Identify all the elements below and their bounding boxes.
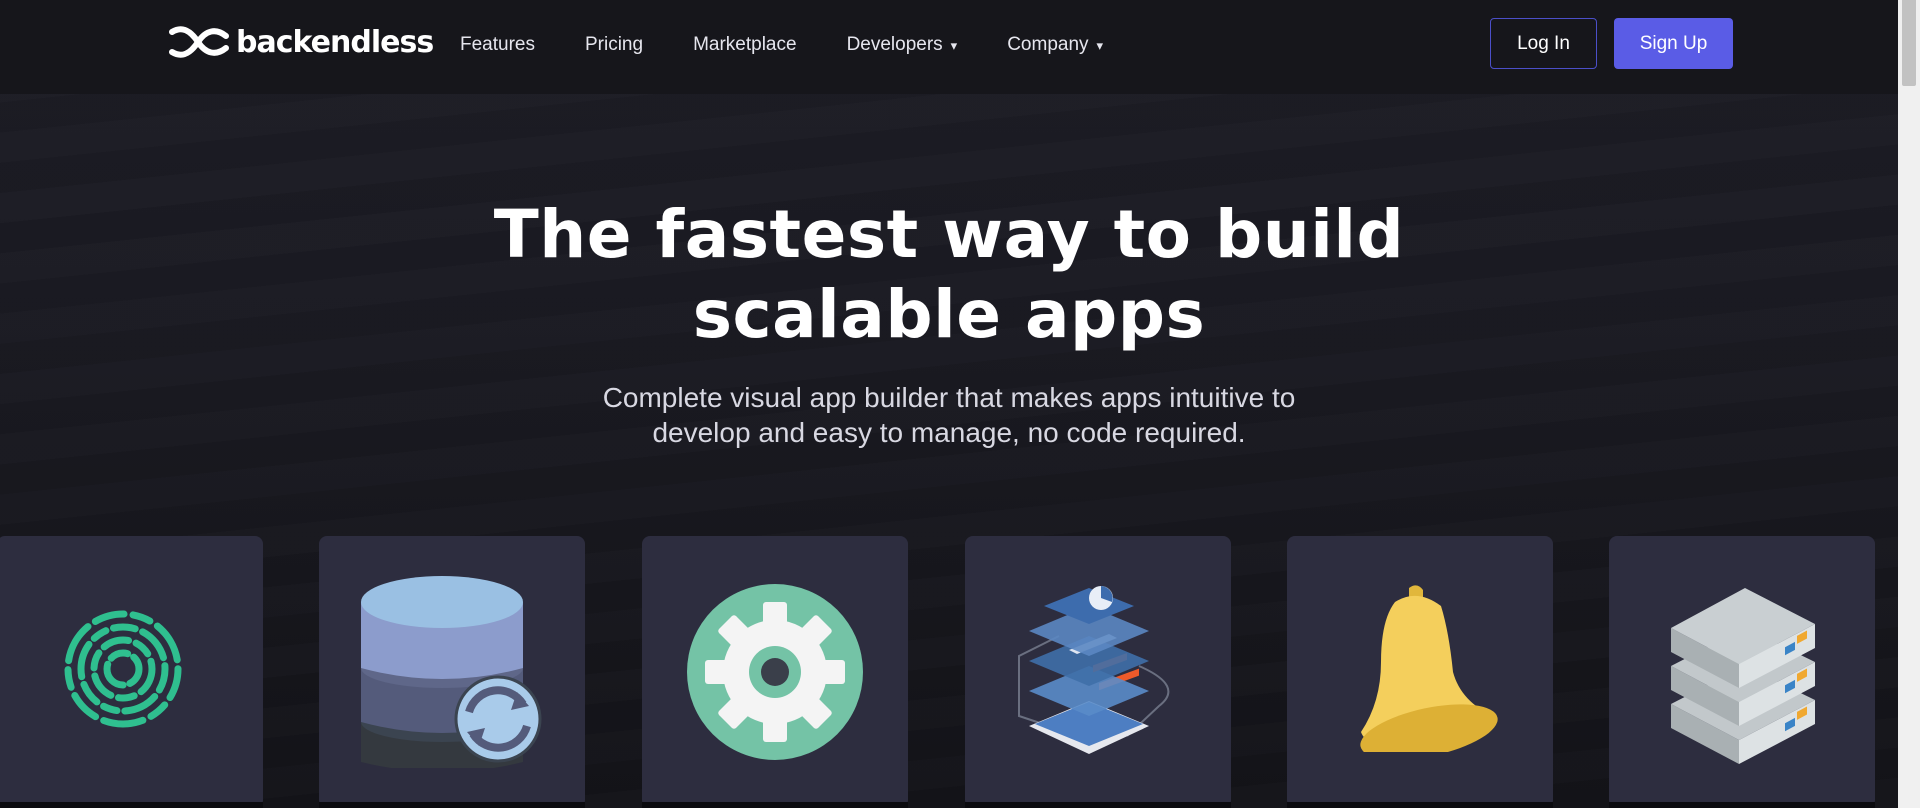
nav-features[interactable]: Features (460, 30, 535, 60)
fingerprint-icon (64, 610, 182, 728)
main-nav: Features Pricing Marketplace Developers ▾… (460, 30, 1153, 60)
hero-subtitle-line1: Complete visual app builder that makes a… (602, 382, 1296, 413)
nav-features-label: Features (460, 34, 535, 55)
nav-marketplace-label: Marketplace (693, 34, 797, 55)
feature-card-notifications[interactable] (1287, 536, 1553, 808)
hero-subtitle-line2: develop and easy to manage, no code requ… (652, 417, 1246, 448)
site-header: backendless Features Pricing Marketplace… (0, 0, 1898, 94)
hero-subtitle: Complete visual app builder that makes a… (0, 380, 1898, 450)
scrollbar-thumb[interactable] (1902, 0, 1916, 86)
signup-button[interactable]: Sign Up (1614, 18, 1733, 69)
nav-developers[interactable]: Developers ▾ (847, 30, 958, 60)
bell-icon (1360, 585, 1498, 752)
nav-developers-label: Developers (846, 34, 943, 55)
nav-pricing[interactable]: Pricing (585, 30, 643, 60)
nav-marketplace[interactable]: Marketplace (693, 30, 797, 60)
server-icon (1671, 588, 1815, 764)
page-scrollbar[interactable] (1898, 0, 1920, 808)
brand-logo[interactable]: backendless (168, 22, 434, 62)
feature-card-fingerprint[interactable] (0, 536, 263, 808)
hero-title-line2: scalable apps (692, 276, 1206, 353)
ui-screens-icon (1018, 586, 1170, 754)
login-button[interactable]: Log In (1490, 18, 1597, 69)
hero-title: The fastest way to build scalable apps (0, 195, 1898, 355)
database-sync-icon (361, 576, 542, 768)
chevron-down-icon: ▾ (1096, 37, 1104, 53)
gear-icon (687, 584, 863, 760)
page: backendless Features Pricing Marketplace… (0, 0, 1898, 808)
hero-title-line1: The fastest way to build (493, 196, 1405, 273)
feature-card-ui-builder[interactable] (965, 536, 1231, 808)
nav-company-label: Company (1007, 34, 1089, 55)
feature-card-hosting[interactable] (1609, 536, 1875, 808)
feature-card-settings[interactable] (642, 536, 908, 808)
nav-company[interactable]: Company ▾ (1007, 30, 1103, 60)
feature-card-database[interactable] (319, 536, 585, 808)
chevron-down-icon: ▾ (950, 37, 958, 53)
brand-name: backendless (236, 24, 434, 60)
backendless-logo-icon (169, 26, 229, 58)
nav-pricing-label: Pricing (584, 34, 644, 55)
